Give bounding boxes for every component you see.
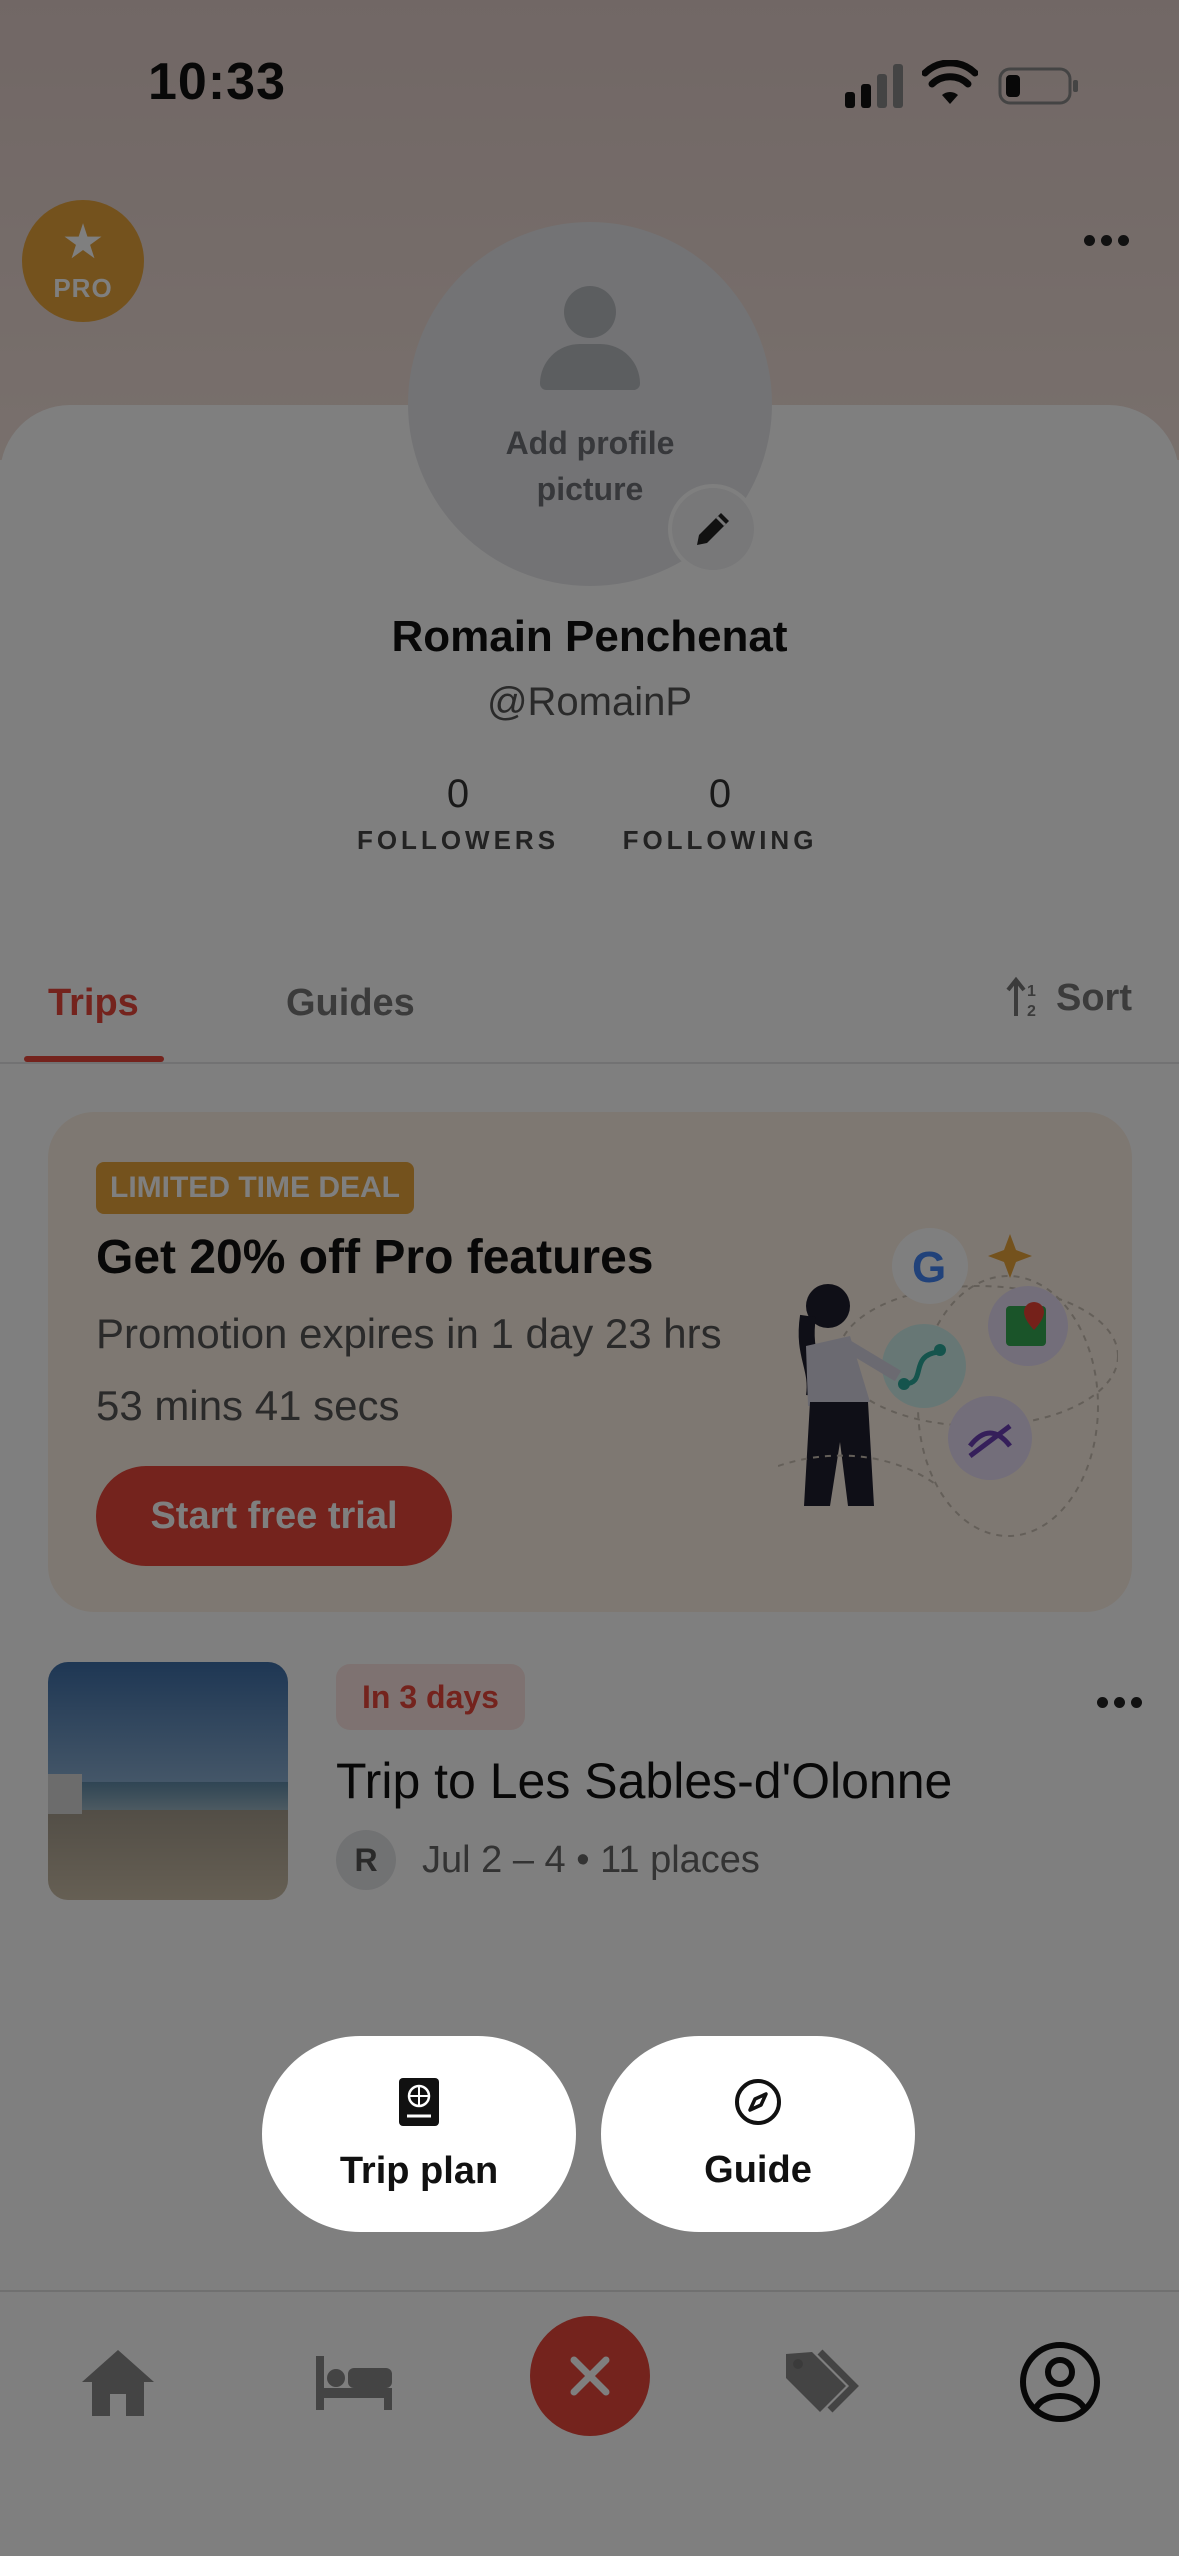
trip-plan-label: Trip plan: [339, 2149, 499, 2192]
compass-icon: [735, 2078, 781, 2125]
guide-label: Guide: [704, 2148, 812, 2191]
dim-overlay[interactable]: [0, 0, 1179, 2556]
app-screen: 10:33 ★ PRO Add profile picture: [0, 0, 1179, 2556]
create-trip-plan-button[interactable]: Trip plan: [262, 2036, 576, 2232]
passport-icon: [399, 2077, 439, 2126]
create-guide-button[interactable]: Guide: [601, 2036, 915, 2232]
